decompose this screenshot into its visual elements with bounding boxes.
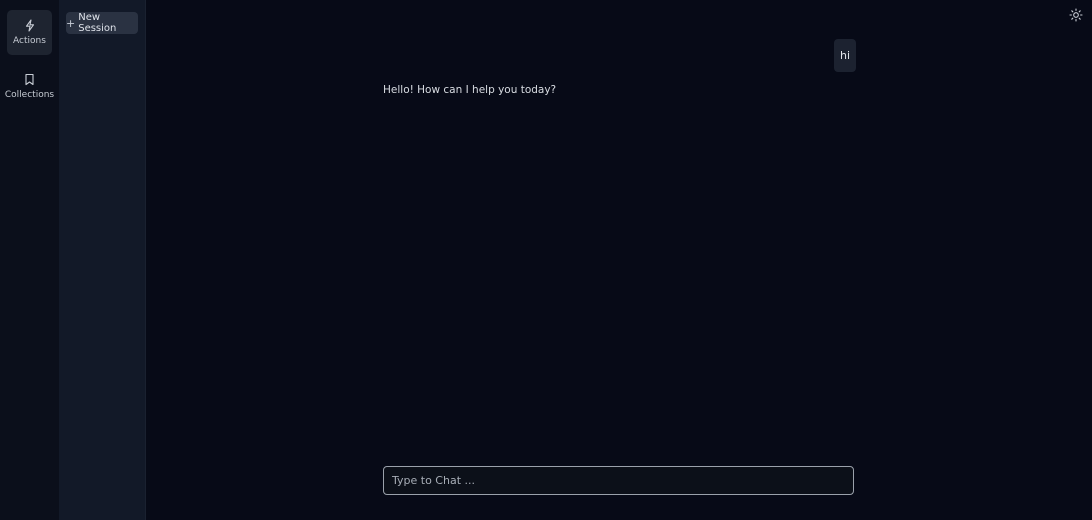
user-message: hi (834, 39, 856, 72)
lightning-icon (24, 19, 36, 32)
new-session-label: New Session (78, 12, 117, 34)
chat-input-container (383, 466, 854, 495)
sessions-panel: + New Session (59, 0, 146, 520)
left-rail: Actions Collections (0, 0, 59, 520)
chat-area: hi Hello! How can I help you today? (146, 0, 1092, 520)
sun-icon (1069, 7, 1083, 26)
assistant-message: Hello! How can I help you today? (383, 84, 556, 96)
rail-item-actions[interactable]: Actions (7, 10, 52, 55)
chat-input[interactable] (384, 467, 853, 494)
rail-item-collections[interactable]: Collections (4, 64, 55, 109)
bookmark-icon (24, 73, 35, 86)
assistant-message-text: Hello! How can I help you today? (383, 84, 557, 96)
new-session-button[interactable]: + New Session (66, 12, 138, 34)
plus-icon: + (66, 16, 76, 30)
user-message-text: hi (839, 49, 851, 62)
rail-item-label: Collections (4, 90, 55, 100)
app-window: Actions Collections + New Session hi Hel… (0, 0, 1092, 520)
rail-item-label: Actions (13, 36, 46, 46)
theme-toggle-button[interactable] (1069, 7, 1083, 22)
